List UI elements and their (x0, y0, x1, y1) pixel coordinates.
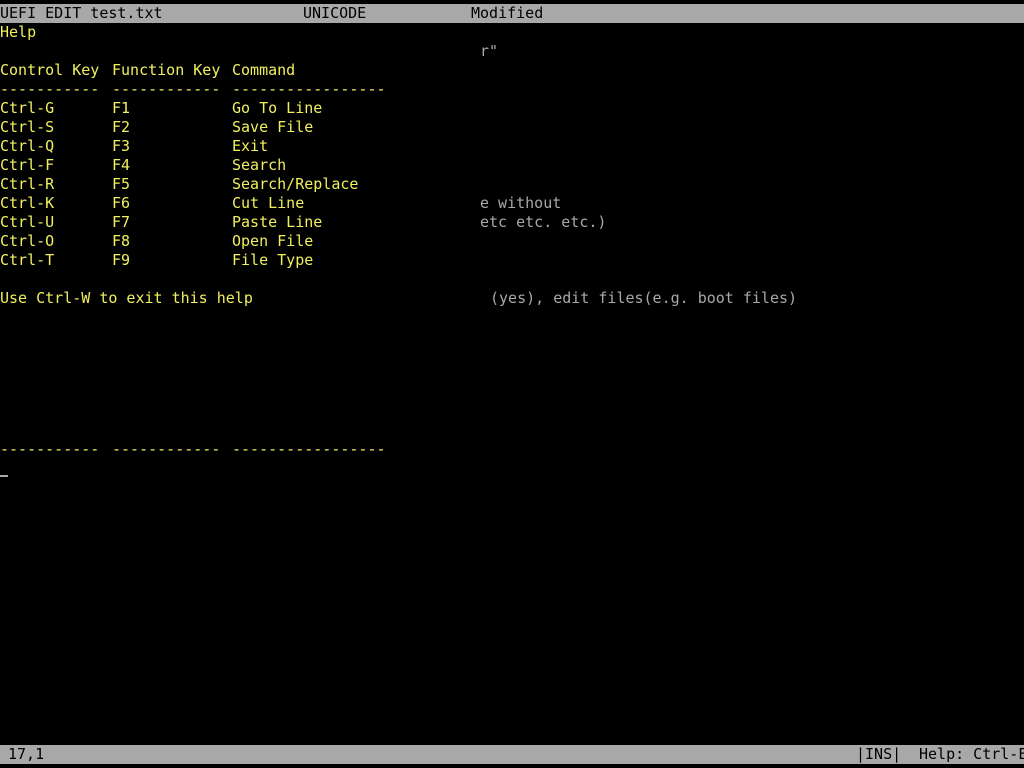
separator-control-key-bottom: ----------- (0, 440, 100, 458)
control-key: Ctrl-O (0, 232, 55, 250)
command-name: File Type (232, 251, 314, 269)
command-name: Exit (232, 137, 269, 155)
file-text-line: e without (480, 194, 562, 212)
function-key: F4 (112, 156, 131, 174)
separator-control-key: ----------- (0, 80, 100, 98)
control-key: Ctrl-U (0, 213, 55, 231)
status-bar: 17,1 |INS| Help: Ctrl-E (0, 745, 1024, 764)
control-key: Ctrl-Q (0, 137, 55, 155)
control-key: Ctrl-K (0, 194, 55, 212)
modified-indicator: Modified (471, 4, 544, 22)
control-key: Ctrl-T (0, 251, 55, 269)
encoding-indicator: UNICODE (303, 4, 367, 22)
separator-command-bottom: ----------------- (232, 440, 386, 458)
separator-command: ----------------- (232, 80, 386, 98)
separator-function-key: ------------ (112, 80, 221, 98)
title-bar: UEFI EDIT test.txt UNICODE Modified (0, 4, 1024, 23)
header-command: Command (232, 61, 296, 79)
function-key: F9 (112, 251, 131, 269)
function-key: F1 (112, 99, 131, 117)
header-control-key: Control Key (0, 61, 100, 79)
file-text-line: (yes), edit files(e.g. boot files) (490, 289, 798, 307)
command-name: Search/Replace (232, 175, 359, 193)
control-key: Ctrl-S (0, 118, 55, 136)
help-shortcut-hint: Help: Ctrl-E (919, 745, 1024, 763)
header-function-key: Function Key (112, 61, 221, 79)
command-name: Go To Line (232, 99, 323, 117)
help-title: Help (0, 23, 37, 41)
file-title: UEFI EDIT test.txt (0, 4, 163, 22)
insert-mode-indicator: |INS| (856, 745, 902, 763)
exit-help-hint: Use Ctrl-W to exit this help (0, 289, 253, 307)
function-key: F3 (112, 137, 131, 155)
command-name: Search (232, 156, 287, 174)
function-key: F7 (112, 213, 131, 231)
function-key: F2 (112, 118, 131, 136)
cursor-position: 17,1 (8, 745, 45, 763)
text-cursor (0, 475, 8, 477)
function-key: F8 (112, 232, 131, 250)
command-name: Paste Line (232, 213, 323, 231)
command-name: Cut Line (232, 194, 305, 212)
function-key: F6 (112, 194, 131, 212)
file-text-line: r" (480, 42, 499, 60)
function-key: F5 (112, 175, 131, 193)
separator-function-key-bottom: ------------ (112, 440, 221, 458)
control-key: Ctrl-F (0, 156, 55, 174)
command-name: Save File (232, 118, 314, 136)
command-name: Open File (232, 232, 314, 250)
editor-screen: UEFI EDIT test.txt UNICODE Modified Help… (0, 0, 1024, 768)
control-key: Ctrl-G (0, 99, 55, 117)
file-text-line: etc etc. etc.) (480, 213, 607, 231)
control-key: Ctrl-R (0, 175, 55, 193)
